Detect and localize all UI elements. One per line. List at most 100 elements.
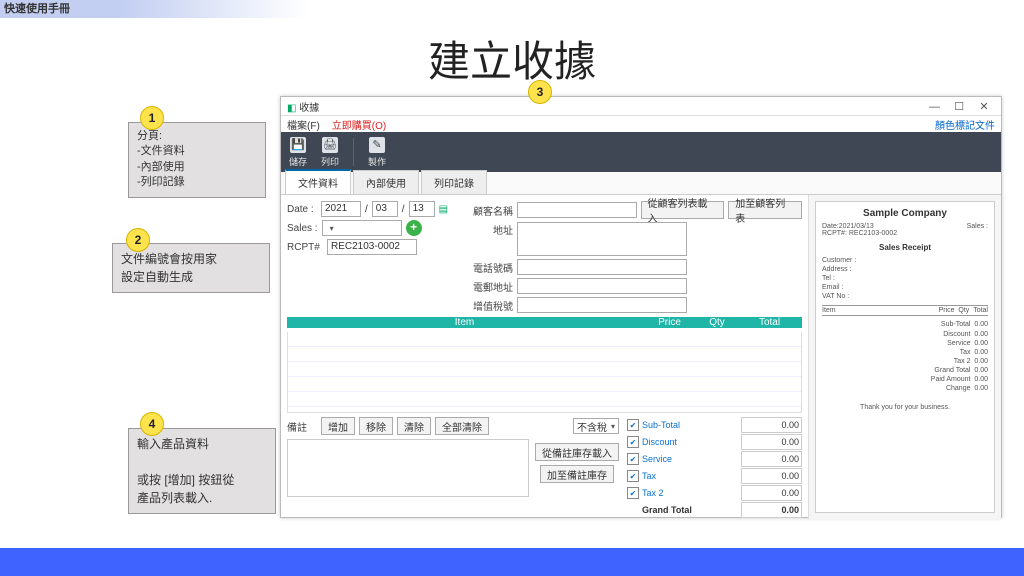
pv-t5: Tax 2 [954, 358, 971, 365]
calendar-icon[interactable]: ▤ [439, 204, 448, 215]
items-header: Item Price Qty Total [287, 317, 802, 328]
sales-select[interactable]: ▾ [322, 220, 402, 236]
rcpt-label: RCPT# [287, 242, 323, 253]
menu-file[interactable]: 檔案(F) [287, 117, 320, 132]
pv-v7: 0.00 [974, 376, 988, 383]
window-titlebar: ◧ 收據 — ☐ ✕ [281, 97, 1001, 116]
date-year[interactable]: 2021 [321, 201, 361, 217]
add-sales-button[interactable]: + [406, 220, 422, 236]
pv-t2: Discount [943, 331, 970, 338]
pv-rcpt: REC2103-0002 [849, 230, 897, 237]
lbl-service: Service [642, 454, 738, 464]
pv-col-price: Price [939, 307, 955, 314]
pv-date: 2021/03/13 [839, 223, 874, 230]
pv-thank: Thank you for your business. [822, 403, 988, 412]
footer-band [0, 548, 1024, 576]
menubar: 檔案(F) 立即購買(O) 顏色標記文件 [281, 116, 1001, 132]
items-grid[interactable] [287, 332, 802, 413]
chk-discount[interactable]: ✔ [627, 436, 639, 448]
item-clear-button[interactable]: 清除 [397, 417, 431, 435]
load-cust-button[interactable]: 從顧客列表載入 [641, 201, 725, 219]
doc-header: 快速使用手冊 [0, 0, 1024, 18]
pv-col-qty: Qty [958, 307, 969, 314]
callout-badge-3: 3 [528, 80, 552, 104]
tool-print[interactable]: 🖨 列印 [321, 137, 339, 168]
lbl-tax2: Tax 2 [642, 488, 738, 498]
tool-make[interactable]: ✎製作 [368, 137, 386, 168]
vat-label: 增值稅號 [468, 298, 513, 313]
tel-label: 電話號碼 [468, 260, 513, 275]
cust-input[interactable] [517, 202, 637, 218]
remark-textarea[interactable] [287, 439, 529, 497]
lbl-grand: Grand Total [642, 505, 738, 515]
callout-badge-2: 2 [126, 228, 150, 252]
taxmode-select[interactable]: 不含稅▾ [573, 418, 619, 434]
tool-save[interactable]: 💾儲存 [289, 137, 307, 168]
pv-v8: 0.00 [974, 385, 988, 392]
taxmode-value: 不含稅 [577, 419, 607, 434]
rcpt-input[interactable]: REC2103-0002 [327, 239, 417, 255]
app-icon: ◧ [287, 103, 296, 114]
save-remark-button[interactable]: 加至備註庫存 [540, 465, 614, 483]
pv-t3: Service [947, 340, 970, 347]
date-month[interactable]: 03 [372, 201, 398, 217]
callout-badge-1: 1 [140, 106, 164, 130]
tab-internal[interactable]: 內部使用 [353, 170, 419, 194]
menu-buy[interactable]: 立即購買(O) [332, 117, 386, 132]
item-move-button[interactable]: 移除 [359, 417, 393, 435]
tool-print-label: 列印 [321, 155, 339, 168]
chk-service[interactable]: ✔ [627, 453, 639, 465]
addr-label: 地址 [468, 222, 513, 237]
callout-1-title: 分頁: [137, 130, 162, 142]
pv-t4: Tax [960, 349, 971, 356]
tool-save-label: 儲存 [289, 155, 307, 168]
pv-t8: Change [946, 385, 971, 392]
date-day[interactable]: 13 [409, 201, 435, 217]
pv-tel: Tel : [822, 275, 835, 282]
print-icon: 🖨 [322, 137, 338, 153]
item-clearall-button[interactable]: 全部清除 [435, 417, 489, 435]
main-panel: Date : 2021/ 03/ 13 ▤ Sales : ▾ + RC [281, 195, 808, 519]
pv-sales-lbl: Sales : [967, 223, 988, 230]
pv-t7: Paid Amount [931, 376, 971, 383]
chk-tax2[interactable]: ✔ [627, 487, 639, 499]
callout-note-1: 分頁: -文件資料 -內部使用 -列印記錄 [128, 122, 266, 198]
chevron-down-icon: ▾ [330, 224, 334, 233]
callout-note-4: 輸入產品資料 或按 [增加] 按鈕從 產品列表載入. [128, 428, 276, 514]
col-qty: Qty [697, 317, 737, 328]
add-cust-button[interactable]: 加至顧客列表 [728, 201, 802, 219]
addr-input[interactable] [517, 222, 687, 256]
callout-1-l1: -文件資料 [137, 145, 185, 157]
pv-t1: Sub-Total [941, 321, 971, 328]
pv-col-item: Item [822, 307, 836, 314]
pv-v4: 0.00 [974, 349, 988, 356]
chk-tax[interactable]: ✔ [627, 470, 639, 482]
item-add-button[interactable]: 增加 [321, 417, 355, 435]
tab-bar: 文件資料 內部使用 列印記錄 [281, 172, 1001, 195]
close-icon[interactable]: ✕ [973, 100, 995, 113]
menu-colortag[interactable]: 顏色標記文件 [935, 117, 995, 132]
lbl-discount: Discount [642, 437, 738, 447]
preview-panel: Sample Company Date:2021/03/13Sales : RC… [808, 195, 1001, 519]
vat-input[interactable] [517, 297, 687, 313]
chk-subtotal[interactable]: ✔ [627, 419, 639, 431]
val-discount: 0.00 [741, 434, 802, 450]
callout-4-l2: 或按 [增加] 按鈕從 [137, 473, 234, 487]
tab-doc[interactable]: 文件資料 [285, 169, 351, 194]
callout-2-l1: 文件編號會按用家 [121, 252, 217, 266]
minimize-icon[interactable]: — [923, 101, 945, 113]
val-grand: 0.00 [741, 502, 802, 518]
load-remark-button[interactable]: 從備註庫存載入 [535, 443, 619, 461]
make-icon: ✎ [369, 137, 385, 153]
toolbar-separator [353, 138, 354, 166]
tab-printlog[interactable]: 列印記錄 [421, 170, 487, 194]
pv-v5: 0.00 [974, 358, 988, 365]
remark-label: 備註 [287, 419, 317, 434]
tel-input[interactable] [517, 259, 687, 275]
email-input[interactable] [517, 278, 687, 294]
callout-2-l2: 設定自動生成 [121, 270, 193, 284]
date-label: Date : [287, 204, 317, 215]
lbl-subtotal: Sub-Total [642, 420, 738, 430]
maximize-icon[interactable]: ☐ [948, 100, 970, 113]
val-tax: 0.00 [741, 468, 802, 484]
